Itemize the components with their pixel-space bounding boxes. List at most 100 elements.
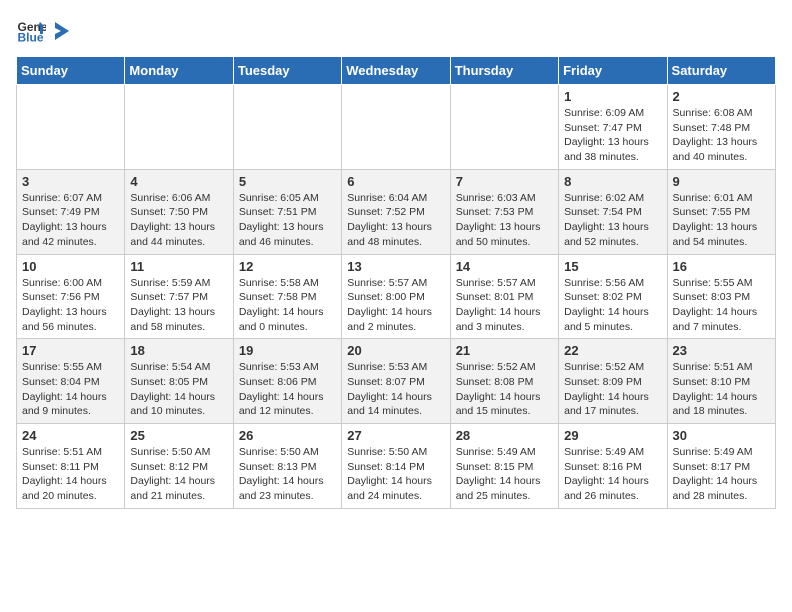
calendar-day-cell: 4 Sunrise: 6:06 AM Sunset: 7:50 PM Daylig… — [125, 169, 233, 254]
calendar-day-cell: 2 Sunrise: 6:08 AM Sunset: 7:48 PM Daylig… — [667, 85, 775, 170]
day-number: 12 — [239, 259, 336, 274]
weekday-header-tuesday: Tuesday — [233, 57, 341, 85]
logo-arrow-icon — [51, 20, 69, 42]
day-number: 26 — [239, 428, 336, 443]
day-info: Sunrise: 5:55 AM Sunset: 8:03 PM Dayligh… — [673, 276, 770, 335]
day-info: Sunrise: 6:04 AM Sunset: 7:52 PM Dayligh… — [347, 191, 444, 250]
day-number: 20 — [347, 343, 444, 358]
svg-text:Blue: Blue — [18, 31, 44, 45]
day-number: 13 — [347, 259, 444, 274]
calendar-day-cell: 18 Sunrise: 5:54 AM Sunset: 8:05 PM Dayli… — [125, 339, 233, 424]
day-info: Sunrise: 5:55 AM Sunset: 8:04 PM Dayligh… — [22, 360, 119, 419]
day-number: 23 — [673, 343, 770, 358]
calendar-day-cell: 15 Sunrise: 5:56 AM Sunset: 8:02 PM Dayli… — [559, 254, 667, 339]
weekday-header-friday: Friday — [559, 57, 667, 85]
day-number: 27 — [347, 428, 444, 443]
weekday-header-monday: Monday — [125, 57, 233, 85]
calendar-day-cell: 20 Sunrise: 5:53 AM Sunset: 8:07 PM Dayli… — [342, 339, 450, 424]
logo: General Blue — [16, 16, 69, 46]
day-info: Sunrise: 5:53 AM Sunset: 8:07 PM Dayligh… — [347, 360, 444, 419]
calendar-day-cell: 28Sunrise: 5:49 AM Sunset: 8:15 PM Dayli… — [450, 424, 558, 509]
calendar-day-cell: 9 Sunrise: 6:01 AM Sunset: 7:55 PM Daylig… — [667, 169, 775, 254]
calendar-day-cell: 26Sunrise: 5:50 AM Sunset: 8:13 PM Dayli… — [233, 424, 341, 509]
day-number: 17 — [22, 343, 119, 358]
day-number: 16 — [673, 259, 770, 274]
day-number: 9 — [673, 174, 770, 189]
calendar-day-cell: 30Sunrise: 5:49 AM Sunset: 8:17 PM Dayli… — [667, 424, 775, 509]
calendar-day-cell: 8 Sunrise: 6:02 AM Sunset: 7:54 PM Daylig… — [559, 169, 667, 254]
calendar-day-cell: 7Sunrise: 6:03 AM Sunset: 7:53 PM Daylig… — [450, 169, 558, 254]
calendar-day-cell — [233, 85, 341, 170]
calendar-day-cell: 10 Sunrise: 6:00 AM Sunset: 7:56 PM Dayli… — [17, 254, 125, 339]
calendar-day-cell — [342, 85, 450, 170]
calendar-day-cell: 16 Sunrise: 5:55 AM Sunset: 8:03 PM Dayli… — [667, 254, 775, 339]
day-info: Sunrise: 6:02 AM Sunset: 7:54 PM Dayligh… — [564, 191, 661, 250]
day-info: Sunrise: 5:50 AM Sunset: 8:14 PM Dayligh… — [347, 445, 444, 504]
calendar-day-cell: 12Sunrise: 5:58 AM Sunset: 7:58 PM Dayli… — [233, 254, 341, 339]
day-info: Sunrise: 5:49 AM Sunset: 8:16 PM Dayligh… — [564, 445, 661, 504]
weekday-header-saturday: Saturday — [667, 57, 775, 85]
calendar-week-row: 10 Sunrise: 6:00 AM Sunset: 7:56 PM Dayli… — [17, 254, 776, 339]
day-number: 3 — [22, 174, 119, 189]
day-info: Sunrise: 5:54 AM Sunset: 8:05 PM Dayligh… — [130, 360, 227, 419]
day-number: 14 — [456, 259, 553, 274]
calendar-week-row: 3 Sunrise: 6:07 AM Sunset: 7:49 PM Daylig… — [17, 169, 776, 254]
day-number: 15 — [564, 259, 661, 274]
weekday-header-row: SundayMondayTuesdayWednesdayThursdayFrid… — [17, 57, 776, 85]
day-number: 29 — [564, 428, 661, 443]
day-info: Sunrise: 5:57 AM Sunset: 8:00 PM Dayligh… — [347, 276, 444, 335]
calendar-day-cell: 14 Sunrise: 5:57 AM Sunset: 8:01 PM Dayli… — [450, 254, 558, 339]
calendar-day-cell: 24Sunrise: 5:51 AM Sunset: 8:11 PM Dayli… — [17, 424, 125, 509]
calendar-week-row: 17 Sunrise: 5:55 AM Sunset: 8:04 PM Dayli… — [17, 339, 776, 424]
day-number: 4 — [130, 174, 227, 189]
day-info: Sunrise: 5:52 AM Sunset: 8:08 PM Dayligh… — [456, 360, 553, 419]
day-info: Sunrise: 6:00 AM Sunset: 7:56 PM Dayligh… — [22, 276, 119, 335]
calendar-day-cell: 25 Sunrise: 5:50 AM Sunset: 8:12 PM Dayli… — [125, 424, 233, 509]
day-info: Sunrise: 5:49 AM Sunset: 8:15 PM Dayligh… — [456, 445, 553, 504]
calendar-table: SundayMondayTuesdayWednesdayThursdayFrid… — [16, 56, 776, 509]
calendar-day-cell — [17, 85, 125, 170]
day-info: Sunrise: 6:08 AM Sunset: 7:48 PM Dayligh… — [673, 106, 770, 165]
day-number: 7 — [456, 174, 553, 189]
day-info: Sunrise: 5:53 AM Sunset: 8:06 PM Dayligh… — [239, 360, 336, 419]
calendar-day-cell: 11 Sunrise: 5:59 AM Sunset: 7:57 PM Dayli… — [125, 254, 233, 339]
weekday-header-wednesday: Wednesday — [342, 57, 450, 85]
day-info: Sunrise: 5:56 AM Sunset: 8:02 PM Dayligh… — [564, 276, 661, 335]
day-info: Sunrise: 6:01 AM Sunset: 7:55 PM Dayligh… — [673, 191, 770, 250]
day-info: Sunrise: 5:50 AM Sunset: 8:12 PM Dayligh… — [130, 445, 227, 504]
day-number: 6 — [347, 174, 444, 189]
day-info: Sunrise: 5:51 AM Sunset: 8:10 PM Dayligh… — [673, 360, 770, 419]
day-info: Sunrise: 5:57 AM Sunset: 8:01 PM Dayligh… — [456, 276, 553, 335]
calendar-day-cell: 3 Sunrise: 6:07 AM Sunset: 7:49 PM Daylig… — [17, 169, 125, 254]
day-number: 24 — [22, 428, 119, 443]
day-info: Sunrise: 6:07 AM Sunset: 7:49 PM Dayligh… — [22, 191, 119, 250]
calendar-week-row: 24Sunrise: 5:51 AM Sunset: 8:11 PM Dayli… — [17, 424, 776, 509]
day-info: Sunrise: 6:09 AM Sunset: 7:47 PM Dayligh… — [564, 106, 661, 165]
calendar-day-cell: 21Sunrise: 5:52 AM Sunset: 8:08 PM Dayli… — [450, 339, 558, 424]
weekday-header-sunday: Sunday — [17, 57, 125, 85]
calendar-day-cell: 29 Sunrise: 5:49 AM Sunset: 8:16 PM Dayli… — [559, 424, 667, 509]
weekday-header-thursday: Thursday — [450, 57, 558, 85]
calendar-week-row: 1 Sunrise: 6:09 AM Sunset: 7:47 PM Daylig… — [17, 85, 776, 170]
calendar-day-cell: 19 Sunrise: 5:53 AM Sunset: 8:06 PM Dayli… — [233, 339, 341, 424]
day-number: 25 — [130, 428, 227, 443]
day-number: 10 — [22, 259, 119, 274]
day-number: 19 — [239, 343, 336, 358]
day-number: 1 — [564, 89, 661, 104]
day-info: Sunrise: 5:59 AM Sunset: 7:57 PM Dayligh… — [130, 276, 227, 335]
day-info: Sunrise: 6:06 AM Sunset: 7:50 PM Dayligh… — [130, 191, 227, 250]
day-number: 11 — [130, 259, 227, 274]
calendar-day-cell: 6 Sunrise: 6:04 AM Sunset: 7:52 PM Daylig… — [342, 169, 450, 254]
day-number: 18 — [130, 343, 227, 358]
day-number: 2 — [673, 89, 770, 104]
day-number: 22 — [564, 343, 661, 358]
calendar-day-cell: 27 Sunrise: 5:50 AM Sunset: 8:14 PM Dayli… — [342, 424, 450, 509]
day-info: Sunrise: 6:05 AM Sunset: 7:51 PM Dayligh… — [239, 191, 336, 250]
day-number: 8 — [564, 174, 661, 189]
day-info: Sunrise: 5:52 AM Sunset: 8:09 PM Dayligh… — [564, 360, 661, 419]
calendar-day-cell: 23 Sunrise: 5:51 AM Sunset: 8:10 PM Dayli… — [667, 339, 775, 424]
header: General Blue — [16, 16, 776, 46]
calendar-day-cell: 5Sunrise: 6:05 AM Sunset: 7:51 PM Daylig… — [233, 169, 341, 254]
calendar-day-cell: 17 Sunrise: 5:55 AM Sunset: 8:04 PM Dayli… — [17, 339, 125, 424]
calendar-day-cell: 13 Sunrise: 5:57 AM Sunset: 8:00 PM Dayli… — [342, 254, 450, 339]
